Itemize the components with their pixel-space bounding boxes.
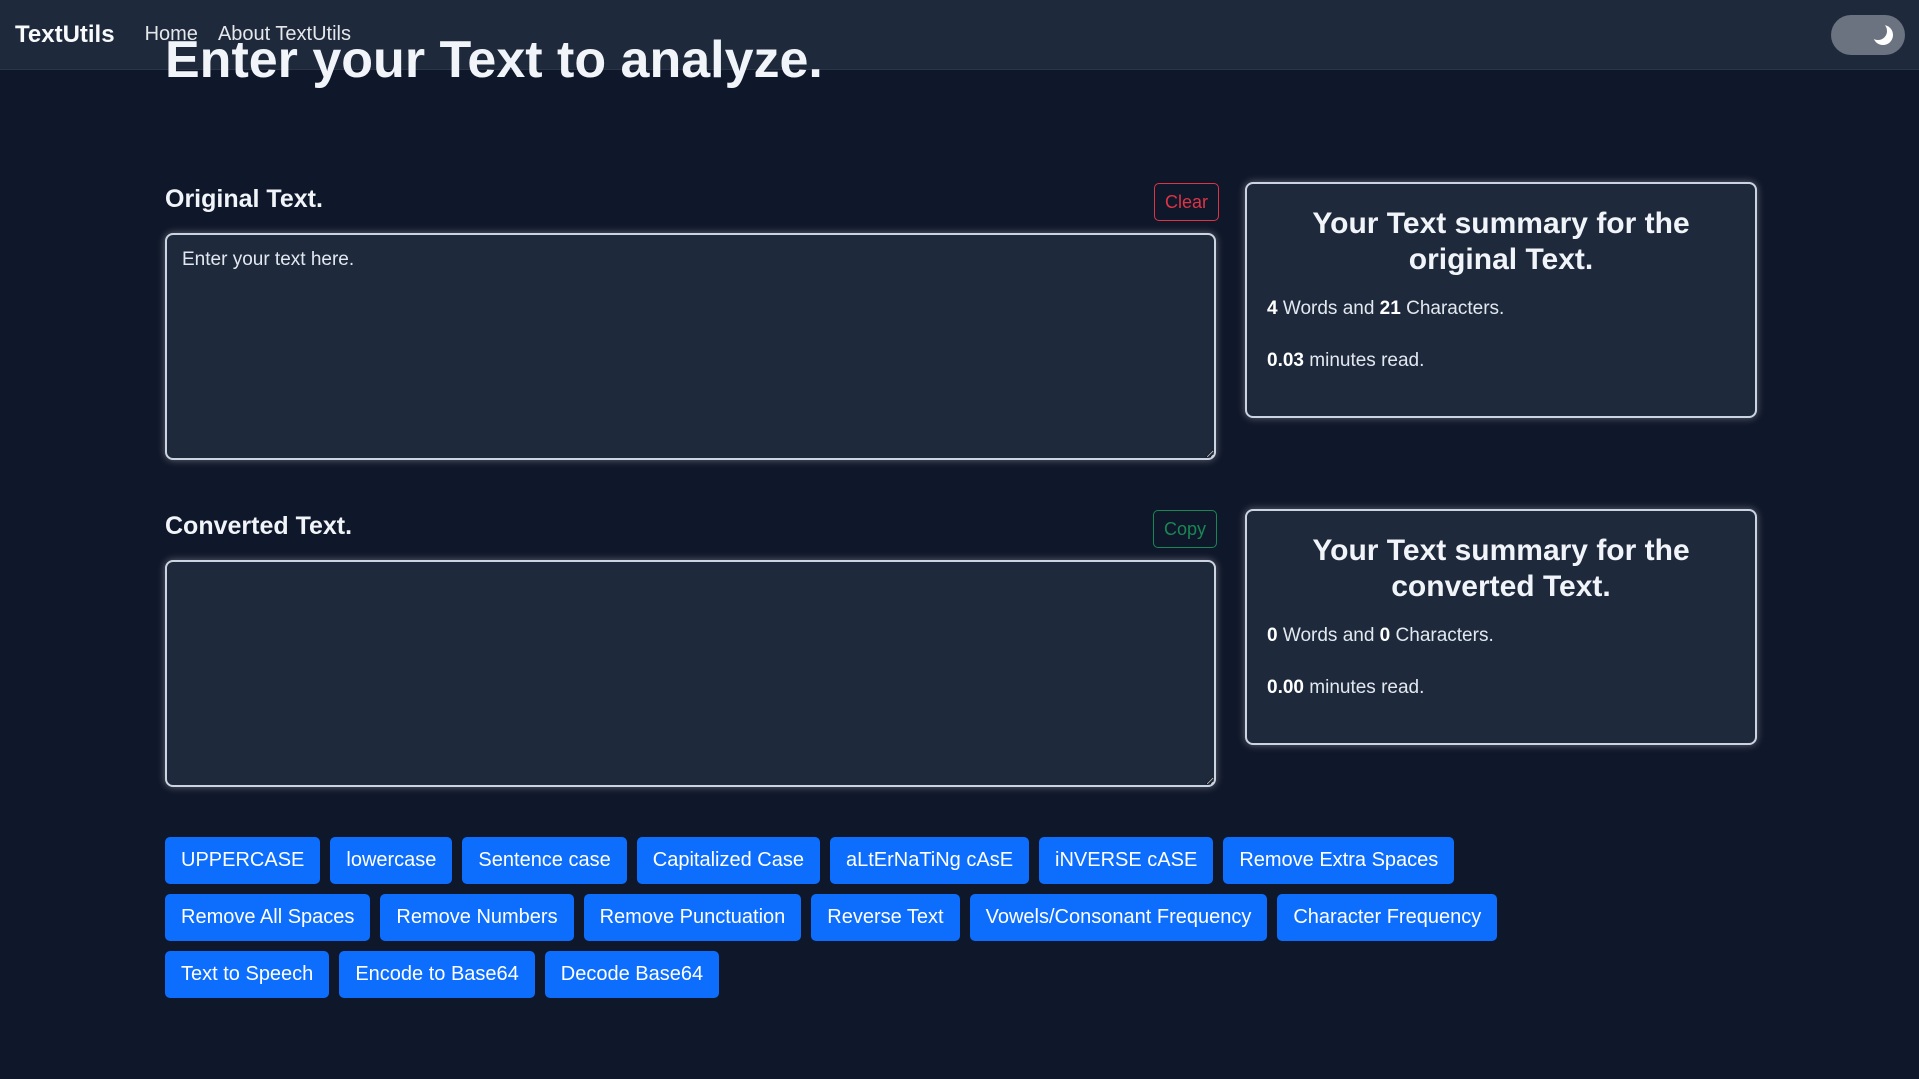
original-summary-card: Your Text summary for the original Text.… <box>1245 182 1757 418</box>
brand-logo[interactable]: TextUtils <box>15 21 115 49</box>
original-summary-title: Your Text summary for the original Text. <box>1312 207 1690 276</box>
original-text-input[interactable] <box>165 233 1216 460</box>
alternating-case-button[interactable]: aLtErNaTiNg cAsE <box>829 837 1030 884</box>
clear-button[interactable]: Clear <box>1154 183 1220 221</box>
converted-word-char-count: 0 Words and 0 Characters. <box>1267 625 1494 646</box>
remove-punctuation-button[interactable]: Remove Punctuation <box>583 894 802 941</box>
converted-read-time: 0.00 minutes read. <box>1267 677 1425 698</box>
page-title: Enter your Text to analyze. <box>165 31 823 89</box>
converted-char-count: 0 <box>1379 625 1391 646</box>
theme-toggle[interactable] <box>1831 15 1905 55</box>
converted-minutes: 0.00 <box>1267 677 1304 698</box>
original-char-count: 21 <box>1379 298 1401 319</box>
character-frequency-button[interactable]: Character Frequency <box>1277 894 1498 941</box>
converted-text-output[interactable] <box>165 560 1216 787</box>
capitalized-case-button[interactable]: Capitalized Case <box>636 837 820 884</box>
remove-numbers-button[interactable]: Remove Numbers <box>380 894 574 941</box>
reverse-text-button[interactable]: Reverse Text <box>811 894 960 941</box>
original-word-char-count: 4 Words and 21 Characters. <box>1267 298 1505 319</box>
converted-summary-title: Your Text summary for the converted Text… <box>1312 534 1690 603</box>
original-minutes: 0.03 <box>1267 350 1304 371</box>
uppercase-button[interactable]: UPPERCASE <box>165 837 321 884</box>
converted-text-label: Converted Text. <box>165 512 353 540</box>
vowel-consonant-frequency-button[interactable]: Vowels/Consonant Frequency <box>969 894 1268 941</box>
remove-extra-spaces-button[interactable]: Remove Extra Spaces <box>1223 837 1455 884</box>
original-text-label: Original Text. <box>165 185 323 213</box>
inverse-case-button[interactable]: iNVERSE cASE <box>1039 837 1214 884</box>
sentence-case-button[interactable]: Sentence case <box>462 837 627 884</box>
converted-word-count: 0 <box>1267 625 1278 646</box>
encode-base64-button[interactable]: Encode to Base64 <box>339 951 535 998</box>
original-word-count: 4 <box>1267 298 1278 319</box>
action-button-group: UPPERCASE lowercase Sentence case Capita… <box>165 837 1605 1008</box>
decode-base64-button[interactable]: Decode Base64 <box>544 951 720 998</box>
original-read-time: 0.03 minutes read. <box>1267 350 1425 371</box>
converted-summary-card: Your Text summary for the converted Text… <box>1245 509 1757 745</box>
lowercase-button[interactable]: lowercase <box>330 837 453 884</box>
copy-button[interactable]: Copy <box>1153 510 1218 548</box>
text-to-speech-button[interactable]: Text to Speech <box>165 951 330 998</box>
remove-all-spaces-button[interactable]: Remove All Spaces <box>165 894 371 941</box>
moon-icon <box>1871 23 1893 45</box>
